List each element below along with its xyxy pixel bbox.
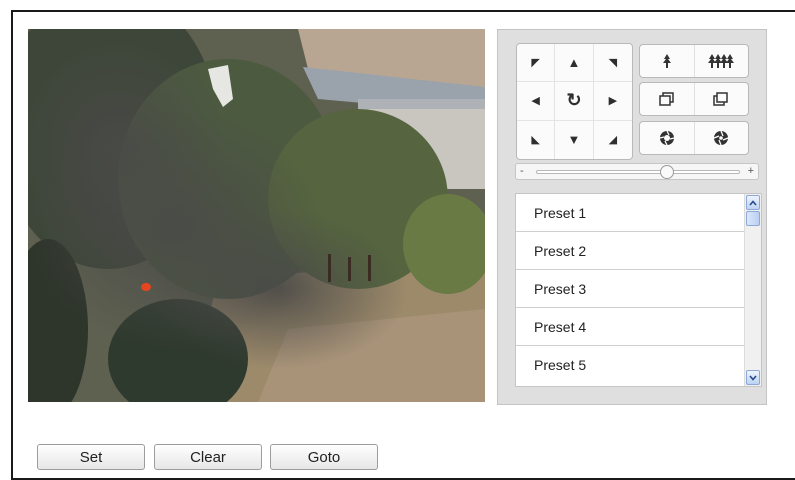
iris-close-icon — [714, 130, 729, 146]
pan-down-right-button[interactable]: ◢ — [594, 121, 632, 159]
arrow-down-left-icon: ◣ — [531, 134, 540, 147]
pan-up-left-button[interactable]: ◤ — [517, 44, 556, 83]
pan-down-left-button[interactable]: ◣ — [517, 120, 556, 159]
arrow-up-right-icon: ◥ — [608, 57, 618, 70]
slider-thumb[interactable] — [659, 165, 674, 179]
pan-up-right-button[interactable]: ◥ — [593, 44, 632, 83]
list-item[interactable]: Preset 2 — [516, 232, 745, 270]
zoom-out-button[interactable] — [693, 45, 749, 77]
focus-button-group — [639, 82, 749, 116]
slider-max-label: + — [747, 165, 754, 177]
focus-near-button[interactable] — [640, 83, 694, 115]
set-button[interactable]: Set — [37, 444, 145, 470]
chevron-down-icon — [749, 374, 757, 381]
focus-near-icon — [659, 92, 674, 106]
scroll-thumb[interactable] — [746, 211, 760, 226]
zoom-button-group — [639, 44, 749, 78]
preset-items: Preset 1 Preset 2 Preset 3 Preset 4 Pres… — [516, 194, 745, 384]
slider-track[interactable] — [536, 170, 740, 174]
chevron-up-icon — [749, 199, 757, 206]
iris-open-button[interactable] — [640, 122, 694, 154]
clear-button[interactable]: Clear — [154, 444, 262, 470]
zoom-out-icon — [708, 54, 735, 68]
camera-image — [28, 29, 485, 402]
direction-pad: ◤ ▲ ◥ ◀ ↻ ▶ ◣ ▼ ◢ — [516, 43, 633, 160]
focus-far-icon — [713, 92, 728, 106]
auto-rotate-icon: ↻ — [566, 90, 582, 111]
arrow-up-icon: ▲ — [567, 55, 581, 71]
slider-min-label: - — [520, 165, 524, 177]
focus-far-button[interactable] — [693, 83, 749, 115]
preset-list: Preset 1 Preset 2 Preset 3 Preset 4 Pres… — [515, 193, 762, 387]
arrow-right-icon: ▶ — [608, 95, 618, 108]
pan-left-button[interactable]: ◀ — [517, 82, 556, 121]
list-item[interactable]: Preset 4 — [516, 308, 745, 346]
camera-live-view[interactable] — [28, 29, 485, 402]
scroll-down-button[interactable] — [746, 370, 760, 385]
pan-right-button[interactable]: ▶ — [593, 82, 632, 121]
arrow-down-icon: ▼ — [567, 132, 581, 148]
tilt-up-button[interactable]: ▲ — [555, 44, 594, 83]
list-item[interactable]: Preset 1 — [516, 194, 745, 232]
list-item[interactable]: Preset 5 — [516, 346, 745, 384]
ptz-speed-slider[interactable]: - + — [515, 163, 759, 180]
zoom-in-icon — [662, 54, 671, 68]
zoom-in-button[interactable] — [640, 45, 694, 77]
preset-scrollbar[interactable] — [744, 194, 761, 386]
auto-rotate-button[interactable]: ↻ — [555, 82, 594, 121]
iris-close-button[interactable] — [693, 122, 749, 154]
list-item[interactable]: Preset 3 — [516, 270, 745, 308]
arrow-down-right-icon: ◢ — [608, 134, 618, 147]
arrow-left-icon: ◀ — [531, 95, 540, 108]
iris-button-group — [639, 121, 749, 155]
goto-button[interactable]: Goto — [270, 444, 378, 470]
iris-open-icon — [659, 130, 674, 146]
arrow-up-left-icon: ◤ — [531, 57, 540, 70]
scroll-up-button[interactable] — [746, 195, 760, 210]
tilt-down-button[interactable]: ▼ — [555, 120, 594, 159]
ptz-control-panel: ◤ ▲ ◥ ◀ ↻ ▶ ◣ ▼ ◢ - + Preset 1 Preset 2 … — [497, 29, 767, 405]
